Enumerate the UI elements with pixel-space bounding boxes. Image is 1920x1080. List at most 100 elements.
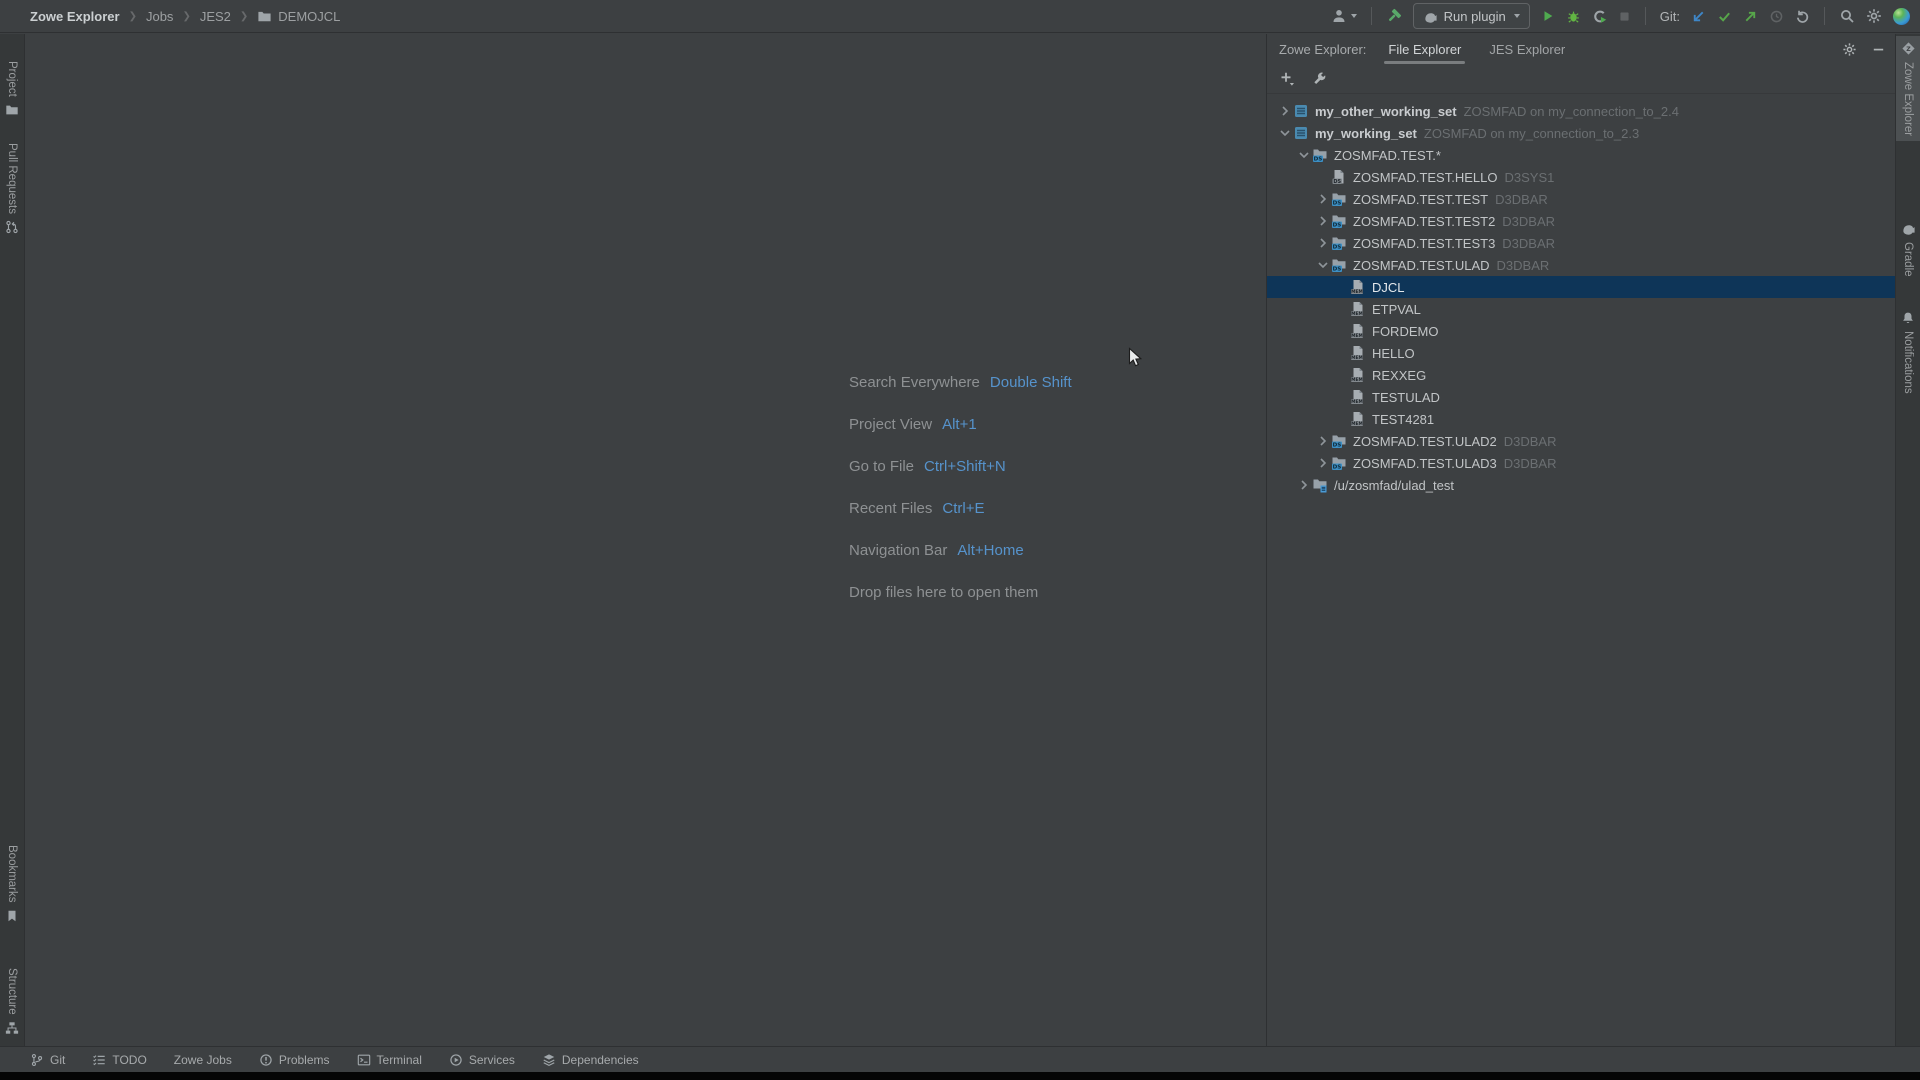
chevron-right-icon[interactable] [1315,433,1331,449]
bookmark-icon [5,909,19,923]
stripe-button-structure[interactable]: Structure [0,963,24,1040]
tree-item-suffix: D3DBAR [1504,456,1557,471]
tree-item-zosmfad-test-test[interactable]: DSZOSMFAD.TEST.TESTD3DBAR [1267,188,1896,210]
stripe-button-zowe-explorer[interactable]: ZZowe Explorer [1896,36,1920,141]
hint-action-label: Recent Files [849,500,932,517]
chevron-right-icon[interactable] [1315,213,1331,229]
tree-item-label: REXXEG [1372,368,1426,383]
hint-shortcut-keys: Ctrl+Shift+N [924,458,1006,475]
tab-file-explorer[interactable]: File Explorer [1386,35,1463,64]
stripe-button-label: Project [6,61,18,97]
tree-item-zosmfad-test-ulad3[interactable]: DSZOSMFAD.TEST.ULAD3D3DBAR [1267,452,1896,474]
svg-text:MEM: MEM [1351,377,1363,383]
terminal-icon [357,1053,371,1067]
tree-item-label: ZOSMFAD.TEST.TEST2 [1353,214,1495,229]
chevron-down-icon[interactable] [1315,257,1331,273]
indent-spacer [1334,367,1350,383]
svg-text:DS: DS [1333,443,1342,449]
svg-text:DS: DS [1333,201,1342,207]
stripe-button-label: Gradle [1902,242,1914,277]
ds-folder-icon: DS [1331,257,1347,273]
stripe-button-gradle[interactable]: Gradle [1896,216,1920,282]
toolwindow-button-dependencies[interactable]: Dependencies [542,1053,639,1067]
tree-item-zosmfad-test[interactable]: DSZOSMFAD.TEST.* [1267,144,1896,166]
svg-text:DS: DS [1333,179,1341,185]
toolwindow-button-services[interactable]: Services [449,1053,515,1067]
update-project-icon[interactable] [1691,9,1706,24]
project-folder-icon [5,103,19,117]
run-icon[interactable] [1541,9,1555,23]
left-tool-stripe: Project Pull Requests Bookmarks Structure [0,34,25,1046]
rollback-icon[interactable] [1795,9,1810,24]
tree-item-rexxeg[interactable]: MEM REXXEG [1267,364,1896,386]
tree-item-djcl[interactable]: MEMDJCL [1267,276,1896,298]
toolwindow-button-label: Services [469,1053,515,1067]
tree-item-u-zosmfad-ulad-test[interactable]: /u/zosmfad/ulad_test [1267,474,1896,496]
tree-item-suffix: ZOSMFAD on my_connection_to_2.3 [1424,126,1639,141]
stripe-button-pull-requests[interactable]: Pull Requests [0,138,24,239]
toolbar-actions: Run pluginGit: [1331,3,1910,29]
breadcrumb-item-demojcl[interactable]: DEMOJCL [278,9,340,24]
push-icon[interactable] [1743,9,1758,24]
tree-item-label: ZOSMFAD.TEST.ULAD3 [1353,456,1497,471]
search-everywhere-icon[interactable] [1839,8,1855,24]
panel-header: Zowe Explorer: File ExplorerJES Explorer [1267,34,1896,64]
structure-icon [5,1021,19,1035]
user-account-icon[interactable] [1331,8,1357,24]
stripe-button-label: Zowe Explorer [1902,62,1914,136]
chevron-right-icon[interactable] [1315,235,1331,251]
toolwindow-button-todo[interactable]: TODO [92,1053,146,1067]
tab-jes-explorer[interactable]: JES Explorer [1487,35,1567,64]
settings-gear-icon[interactable] [1866,8,1882,24]
uss-folder-icon [1312,477,1328,493]
toolbar-separator [1824,7,1825,25]
svg-text:DS: DS [1333,267,1342,273]
chevron-right-icon[interactable] [1296,477,1312,493]
tree-item-zosmfad-test-test2[interactable]: DSZOSMFAD.TEST.TEST2D3DBAR [1267,210,1896,232]
chevron-right-icon[interactable] [1315,455,1331,471]
tree-item-zosmfad-test-hello[interactable]: DSZOSMFAD.TEST.HELLOD3SYS1 [1267,166,1896,188]
pull-request-icon [5,220,19,234]
stripe-button-notifications[interactable]: Notifications [1896,306,1920,399]
tree-item-test4281[interactable]: MEMTEST4281 [1267,408,1896,430]
profile-avatar[interactable] [1893,8,1910,25]
add-working-set-button[interactable] [1279,71,1295,87]
hint-action-label: Go to File [849,458,914,475]
stripe-button-bookmarks[interactable]: Bookmarks [0,840,24,928]
tree-item-my-other-working-set[interactable]: my_other_working_setZOSMFAD on my_connec… [1267,100,1896,122]
member-icon: MEM [1350,323,1366,339]
build-icon[interactable] [1386,8,1402,24]
tree-item-hello[interactable]: MEMHELLO [1267,342,1896,364]
panel-settings-gear-icon[interactable] [1842,42,1857,57]
debug-icon[interactable] [1566,9,1581,24]
stripe-button-project[interactable]: Project [0,56,24,122]
tree-item-suffix: D3DBAR [1502,214,1555,229]
breadcrumb-separator: ❯ [129,11,137,22]
breadcrumb-item-zowe-explorer[interactable]: Zowe Explorer [30,9,120,24]
tree-item-zosmfad-test-test3[interactable]: DSZOSMFAD.TEST.TEST3D3DBAR [1267,232,1896,254]
hint-action-label: Project View [849,416,932,433]
edit-properties-button[interactable] [1312,71,1327,86]
toolwindow-button-terminal[interactable]: Terminal [357,1053,422,1067]
breadcrumb-item-jobs[interactable]: Jobs [146,9,173,24]
tree-item-fordemo[interactable]: MEMFORDEMO [1267,320,1896,342]
chevron-down-icon[interactable] [1296,147,1312,163]
member-icon: MEM [1350,367,1366,383]
run-with-coverage-icon[interactable] [1592,9,1607,24]
toolwindow-button-zowe-jobs[interactable]: Zowe Jobs [174,1053,232,1067]
toolwindow-button-git[interactable]: Git [30,1053,65,1067]
tree-item-etpval[interactable]: MEMETPVAL [1267,298,1896,320]
tree-item-zosmfad-test-ulad[interactable]: DSZOSMFAD.TEST.ULADD3DBAR [1267,254,1896,276]
chevron-down-icon[interactable] [1277,125,1293,141]
run-configuration-select[interactable]: Run plugin [1413,3,1530,29]
breadcrumb-item-jes2[interactable]: JES2 [200,9,231,24]
toolwindow-button-problems[interactable]: Problems [259,1053,330,1067]
tree-item-testulad[interactable]: MEMTESTULAD [1267,386,1896,408]
tree-item-my-working-set[interactable]: my_working_setZOSMFAD on my_connection_t… [1267,122,1896,144]
panel-minimize-icon[interactable] [1871,42,1886,57]
problems-icon [259,1053,273,1067]
commit-icon[interactable] [1717,9,1732,24]
tree-item-zosmfad-test-ulad2[interactable]: DSZOSMFAD.TEST.ULAD2D3DBAR [1267,430,1896,452]
chevron-right-icon[interactable] [1277,103,1293,119]
chevron-right-icon[interactable] [1315,191,1331,207]
